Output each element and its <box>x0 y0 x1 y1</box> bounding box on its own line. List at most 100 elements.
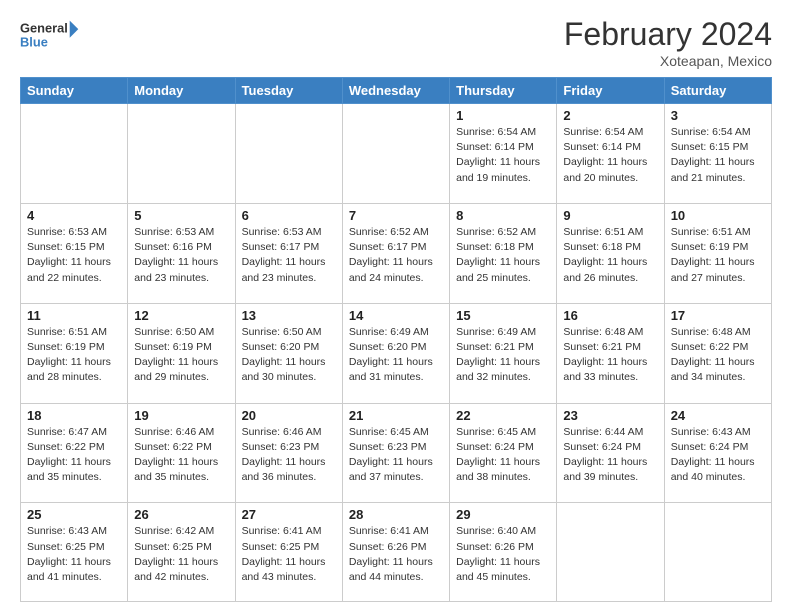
calendar-cell: 22 Sunrise: 6:45 AMSunset: 6:24 PMDayligh… <box>450 403 557 503</box>
day-number: 22 <box>456 408 550 423</box>
header-right: February 2024 Xoteapan, Mexico <box>564 16 772 69</box>
day-info: Sunrise: 6:40 AMSunset: 6:26 PMDaylight:… <box>456 524 550 585</box>
day-number: 7 <box>349 208 443 223</box>
day-number: 21 <box>349 408 443 423</box>
calendar-cell <box>342 104 449 204</box>
day-number: 17 <box>671 308 765 323</box>
logo-svg: General Blue <box>20 16 80 56</box>
weekday-header-friday: Friday <box>557 78 664 104</box>
weekday-header-wednesday: Wednesday <box>342 78 449 104</box>
calendar-cell: 21Sunrise: 6:45 AMSunset: 6:23 PMDayligh… <box>342 403 449 503</box>
day-number: 9 <box>563 208 657 223</box>
calendar-cell: 8 Sunrise: 6:52 AMSunset: 6:18 PMDaylight… <box>450 203 557 303</box>
day-info: Sunrise: 6:47 AMSunset: 6:22 PMDaylight:… <box>27 425 121 486</box>
calendar-cell: 23Sunrise: 6:44 AMSunset: 6:24 PMDayligh… <box>557 403 664 503</box>
day-info: Sunrise: 6:51 AMSunset: 6:19 PMDaylight:… <box>671 225 765 286</box>
day-number: 29 <box>456 507 550 522</box>
day-number: 24 <box>671 408 765 423</box>
calendar-cell: 20 Sunrise: 6:46 AMSunset: 6:23 PMDayligh… <box>235 403 342 503</box>
day-number: 19 <box>134 408 228 423</box>
calendar-cell: 19 Sunrise: 6:46 AMSunset: 6:22 PMDayligh… <box>128 403 235 503</box>
day-info: Sunrise: 6:45 AMSunset: 6:24 PMDaylight:… <box>456 425 550 486</box>
calendar-cell <box>128 104 235 204</box>
day-info: Sunrise: 6:43 AMSunset: 6:24 PMDaylight:… <box>671 425 765 486</box>
calendar-cell: 1 Sunrise: 6:54 AMSunset: 6:14 PMDaylight… <box>450 104 557 204</box>
calendar-cell: 4 Sunrise: 6:53 AMSunset: 6:15 PMDaylight… <box>21 203 128 303</box>
day-number: 28 <box>349 507 443 522</box>
calendar-cell: 7 Sunrise: 6:52 AMSunset: 6:17 PMDaylight… <box>342 203 449 303</box>
day-number: 27 <box>242 507 336 522</box>
day-number: 3 <box>671 108 765 123</box>
day-info: Sunrise: 6:54 AMSunset: 6:15 PMDaylight:… <box>671 125 765 186</box>
day-info: Sunrise: 6:53 AMSunset: 6:16 PMDaylight:… <box>134 225 228 286</box>
calendar-table: SundayMondayTuesdayWednesdayThursdayFrid… <box>20 77 772 602</box>
day-number: 5 <box>134 208 228 223</box>
top-section: General Blue February 2024 Xoteapan, Mex… <box>20 16 772 69</box>
calendar-cell: 28Sunrise: 6:41 AMSunset: 6:26 PMDayligh… <box>342 503 449 602</box>
day-number: 11 <box>27 308 121 323</box>
weekday-header-thursday: Thursday <box>450 78 557 104</box>
calendar-cell <box>664 503 771 602</box>
calendar-cell <box>557 503 664 602</box>
calendar-cell: 14 Sunrise: 6:49 AMSunset: 6:20 PMDayligh… <box>342 303 449 403</box>
day-info: Sunrise: 6:53 AMSunset: 6:15 PMDaylight:… <box>27 225 121 286</box>
day-number: 18 <box>27 408 121 423</box>
day-info: Sunrise: 6:48 AMSunset: 6:21 PMDaylight:… <box>563 325 657 386</box>
day-info: Sunrise: 6:42 AMSunset: 6:25 PMDaylight:… <box>134 524 228 585</box>
day-number: 6 <box>242 208 336 223</box>
day-number: 1 <box>456 108 550 123</box>
day-info: Sunrise: 6:48 AMSunset: 6:22 PMDaylight:… <box>671 325 765 386</box>
weekday-header-saturday: Saturday <box>664 78 771 104</box>
day-info: Sunrise: 6:53 AMSunset: 6:17 PMDaylight:… <box>242 225 336 286</box>
calendar-cell: 2 Sunrise: 6:54 AMSunset: 6:14 PMDaylight… <box>557 104 664 204</box>
day-info: Sunrise: 6:49 AMSunset: 6:21 PMDaylight:… <box>456 325 550 386</box>
day-info: Sunrise: 6:50 AMSunset: 6:20 PMDaylight:… <box>242 325 336 386</box>
day-number: 2 <box>563 108 657 123</box>
logo: General Blue <box>20 16 80 56</box>
day-info: Sunrise: 6:49 AMSunset: 6:20 PMDaylight:… <box>349 325 443 386</box>
calendar-cell: 10 Sunrise: 6:51 AMSunset: 6:19 PMDayligh… <box>664 203 771 303</box>
calendar-cell: 25Sunrise: 6:43 AMSunset: 6:25 PMDayligh… <box>21 503 128 602</box>
day-number: 20 <box>242 408 336 423</box>
calendar-cell: 12 Sunrise: 6:50 AMSunset: 6:19 PMDayligh… <box>128 303 235 403</box>
day-number: 12 <box>134 308 228 323</box>
calendar-cell <box>21 104 128 204</box>
calendar-cell: 11 Sunrise: 6:51 AMSunset: 6:19 PMDayligh… <box>21 303 128 403</box>
day-number: 13 <box>242 308 336 323</box>
day-info: Sunrise: 6:52 AMSunset: 6:18 PMDaylight:… <box>456 225 550 286</box>
day-info: Sunrise: 6:41 AMSunset: 6:25 PMDaylight:… <box>242 524 336 585</box>
day-info: Sunrise: 6:46 AMSunset: 6:22 PMDaylight:… <box>134 425 228 486</box>
weekday-header-tuesday: Tuesday <box>235 78 342 104</box>
calendar-cell: 16 Sunrise: 6:48 AMSunset: 6:21 PMDayligh… <box>557 303 664 403</box>
day-info: Sunrise: 6:54 AMSunset: 6:14 PMDaylight:… <box>456 125 550 186</box>
calendar-cell: 29 Sunrise: 6:40 AMSunset: 6:26 PMDayligh… <box>450 503 557 602</box>
calendar-cell: 24 Sunrise: 6:43 AMSunset: 6:24 PMDayligh… <box>664 403 771 503</box>
day-info: Sunrise: 6:44 AMSunset: 6:24 PMDaylight:… <box>563 425 657 486</box>
calendar-cell: 27 Sunrise: 6:41 AMSunset: 6:25 PMDayligh… <box>235 503 342 602</box>
weekday-header-sunday: Sunday <box>21 78 128 104</box>
svg-text:General: General <box>20 21 68 36</box>
day-info: Sunrise: 6:54 AMSunset: 6:14 PMDaylight:… <box>563 125 657 186</box>
day-number: 16 <box>563 308 657 323</box>
calendar-cell: 6 Sunrise: 6:53 AMSunset: 6:17 PMDaylight… <box>235 203 342 303</box>
calendar-cell: 18 Sunrise: 6:47 AMSunset: 6:22 PMDayligh… <box>21 403 128 503</box>
calendar-cell: 3 Sunrise: 6:54 AMSunset: 6:15 PMDaylight… <box>664 104 771 204</box>
day-number: 25 <box>27 507 121 522</box>
day-number: 10 <box>671 208 765 223</box>
day-info: Sunrise: 6:46 AMSunset: 6:23 PMDaylight:… <box>242 425 336 486</box>
location: Xoteapan, Mexico <box>564 53 772 69</box>
svg-text:Blue: Blue <box>20 34 48 49</box>
calendar-cell: 13 Sunrise: 6:50 AMSunset: 6:20 PMDayligh… <box>235 303 342 403</box>
day-number: 4 <box>27 208 121 223</box>
day-number: 8 <box>456 208 550 223</box>
day-info: Sunrise: 6:50 AMSunset: 6:19 PMDaylight:… <box>134 325 228 386</box>
day-number: 14 <box>349 308 443 323</box>
calendar-cell: 26Sunrise: 6:42 AMSunset: 6:25 PMDayligh… <box>128 503 235 602</box>
day-info: Sunrise: 6:52 AMSunset: 6:17 PMDaylight:… <box>349 225 443 286</box>
calendar-cell <box>235 104 342 204</box>
calendar-cell: 5 Sunrise: 6:53 AMSunset: 6:16 PMDaylight… <box>128 203 235 303</box>
calendar-cell: 9Sunrise: 6:51 AMSunset: 6:18 PMDaylight… <box>557 203 664 303</box>
calendar-cell: 15 Sunrise: 6:49 AMSunset: 6:21 PMDayligh… <box>450 303 557 403</box>
day-number: 15 <box>456 308 550 323</box>
day-info: Sunrise: 6:51 AMSunset: 6:19 PMDaylight:… <box>27 325 121 386</box>
